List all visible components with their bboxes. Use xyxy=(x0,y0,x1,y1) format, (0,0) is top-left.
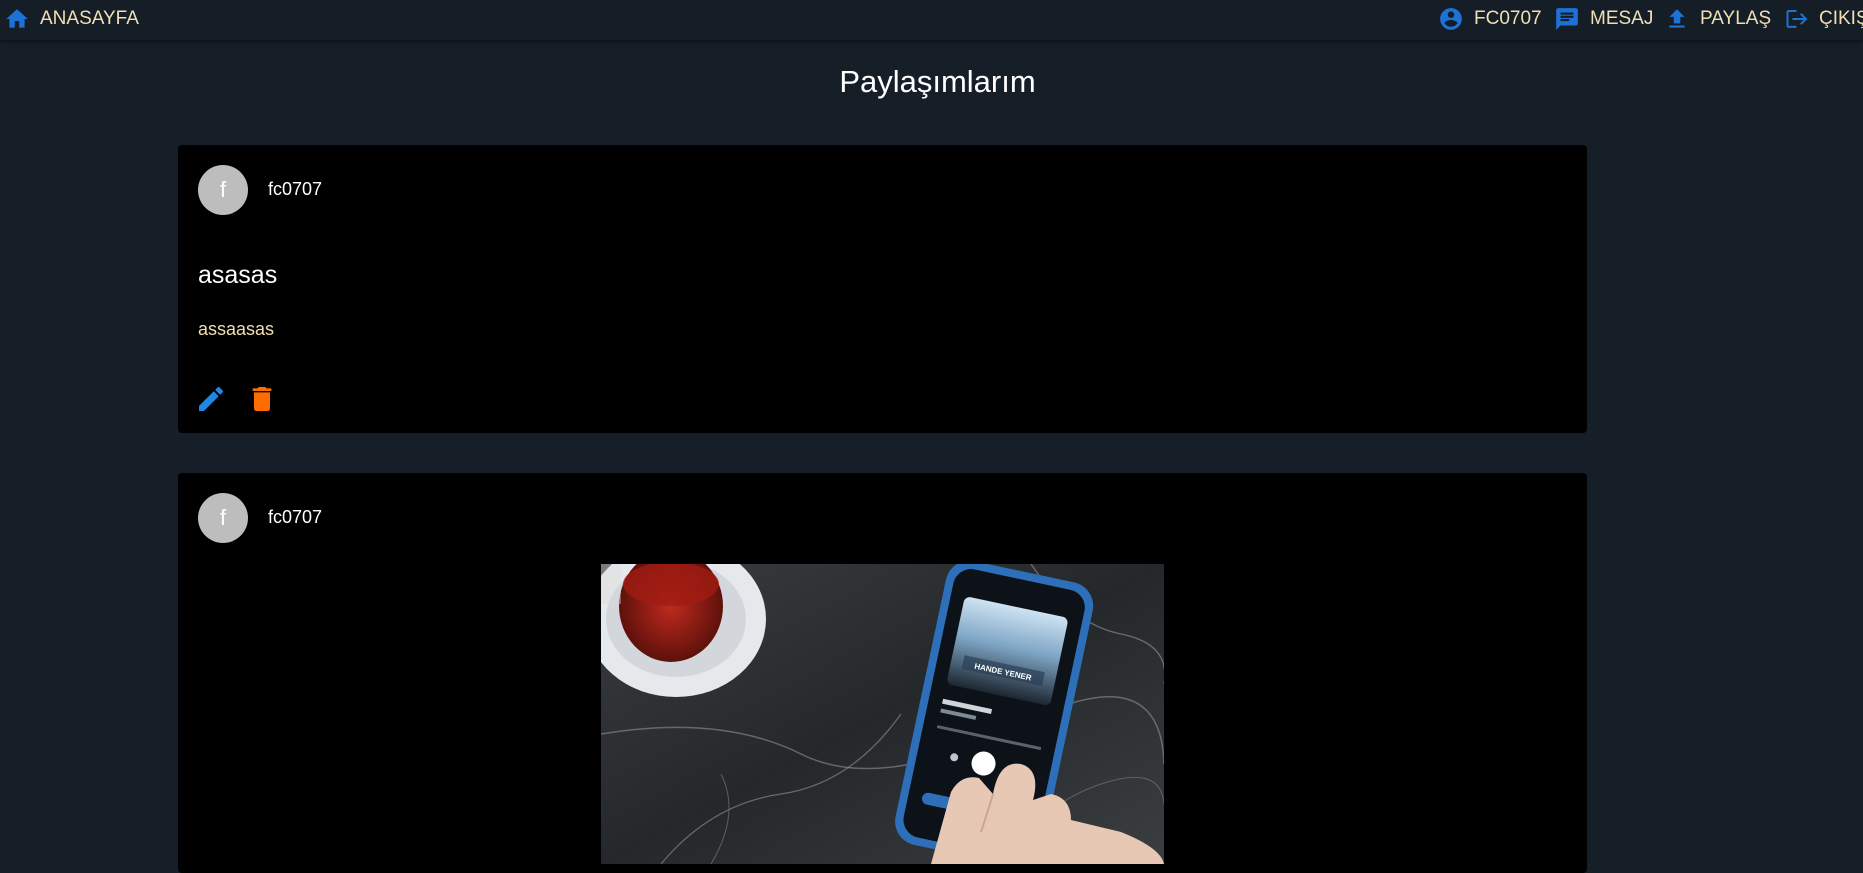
nav-home-label: ANASAYFA xyxy=(40,8,139,29)
post-body: assaasas xyxy=(198,319,275,339)
account-circle-icon xyxy=(1440,8,1462,30)
post-image: HANDE YENER xyxy=(601,564,1164,864)
nav-logout-label: ÇIKIŞ xyxy=(1819,8,1863,29)
page-title: Paylaşımlarım xyxy=(839,64,1036,99)
nav-home-link[interactable]: ANASAYFA xyxy=(4,0,139,38)
post-card: f fc0707 HANDE YENER xyxy=(178,473,1587,873)
pencil-icon[interactable] xyxy=(195,383,227,415)
avatar: f xyxy=(198,165,248,215)
post-username: fc0707 xyxy=(268,179,323,199)
avatar: f xyxy=(198,493,248,543)
upload-icon xyxy=(1669,9,1685,28)
post-username: fc0707 xyxy=(268,507,323,527)
nav-share-label: PAYLAŞ xyxy=(1700,8,1772,29)
nav-profile-label: FC0707 xyxy=(1474,8,1542,29)
nav-messages-label: MESAJ xyxy=(1590,8,1654,29)
home-icon xyxy=(6,9,28,28)
chat-icon xyxy=(1556,8,1578,30)
nav-profile-link[interactable]: FC0707 xyxy=(1438,0,1542,38)
post-card: f fc0707 asasas assaasas xyxy=(178,145,1587,433)
top-navbar: ANASAYFA FC0707 MESAJ PAYLAŞ ÇIKIŞ xyxy=(0,0,1863,40)
nav-messages-link[interactable]: MESAJ xyxy=(1554,0,1653,38)
nav-logout-link[interactable]: ÇIKIŞ xyxy=(1783,0,1863,38)
nav-share-link[interactable]: PAYLAŞ xyxy=(1664,0,1771,38)
trash-icon[interactable] xyxy=(246,383,278,415)
logout-icon xyxy=(1786,9,1808,28)
post-title: asasas xyxy=(198,261,278,289)
